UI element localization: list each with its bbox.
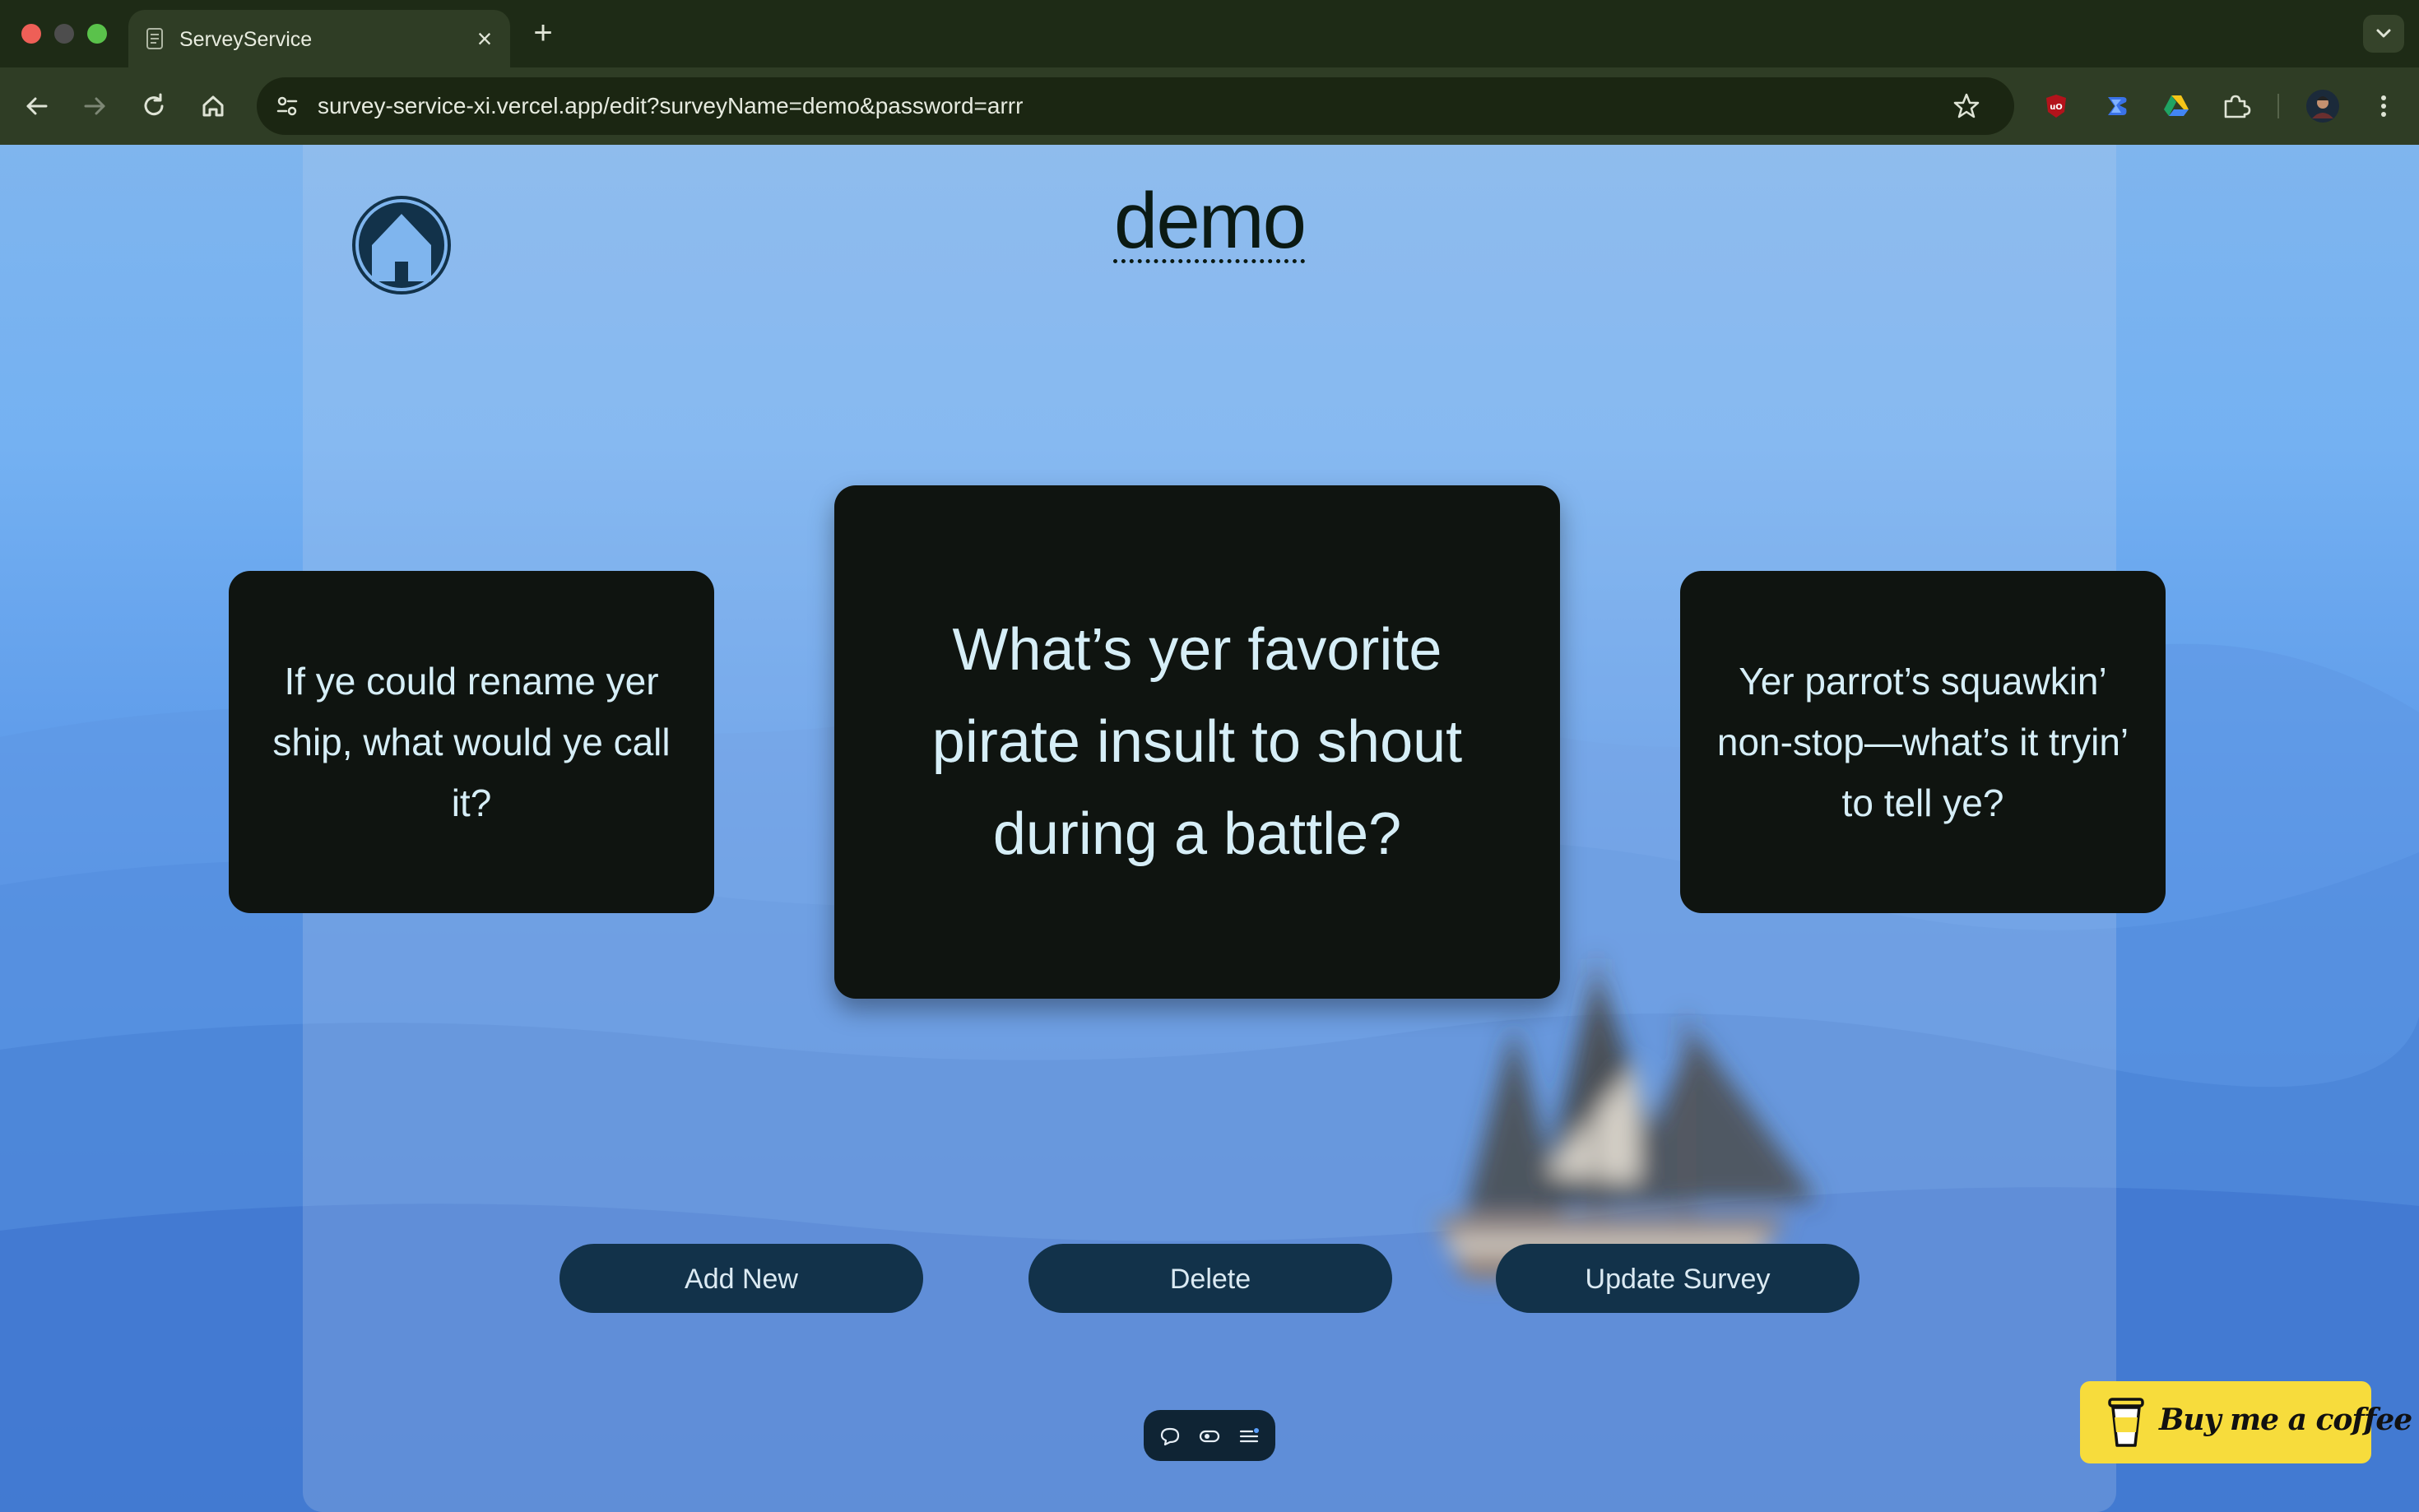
toggle-icon[interactable] [1198, 1425, 1221, 1448]
coffee-cup-icon [2108, 1398, 2144, 1447]
web-page: demo If ye could rename yer ship, what w… [0, 145, 2419, 1512]
delete-button[interactable]: Delete [1028, 1244, 1392, 1313]
tab-title: ServeyService [179, 28, 313, 51]
s-extension-icon[interactable] [2098, 87, 2136, 125]
close-window-button[interactable] [21, 24, 41, 44]
maximize-window-button[interactable] [87, 24, 107, 44]
vercel-toolbar [1144, 1410, 1275, 1461]
forward-arrow-icon[interactable] [76, 87, 114, 125]
chevron-down-icon [2376, 29, 2391, 38]
profile-avatar-icon[interactable] [2304, 87, 2342, 125]
update-survey-button[interactable]: Update Survey [1496, 1244, 1860, 1313]
question-card-next[interactable]: Yer parrot’s squawkin’ non-stop—what’s i… [1680, 571, 2166, 913]
question-text: What’s yer favorite pirate insult to sho… [931, 617, 1463, 867]
site-settings-icon[interactable] [272, 90, 303, 122]
back-arrow-icon[interactable] [18, 87, 56, 125]
tab-search-button[interactable] [2363, 15, 2404, 53]
document-icon [146, 28, 163, 49]
question-text: Yer parrot’s squawkin’ non-stop—what’s i… [1716, 660, 2129, 824]
survey-title[interactable]: demo [1045, 176, 1374, 267]
google-drive-icon[interactable] [2157, 87, 2195, 125]
tab-strip: ServeyService × + [0, 0, 2419, 67]
comment-icon[interactable] [1158, 1425, 1182, 1448]
buy-me-a-coffee-button[interactable]: Buy me a coffee [2080, 1381, 2412, 1463]
url-text[interactable]: survey-service-xi.vercel.app/edit?survey… [318, 93, 1023, 119]
minimize-window-button[interactable] [54, 24, 74, 44]
reload-icon[interactable] [135, 87, 173, 125]
buy-me-a-coffee-label: Buy me a coffee [2159, 1403, 2412, 1437]
svg-text:uO: uO [2050, 103, 2063, 112]
close-tab-icon[interactable]: × [471, 25, 499, 53]
question-text: If ye could rename yer ship, what would … [272, 660, 671, 824]
home-icon[interactable] [194, 87, 232, 125]
star-icon[interactable] [1950, 90, 1983, 123]
toolbar-divider [2277, 94, 2279, 118]
new-tab-button[interactable]: + [527, 15, 559, 51]
browser-tab-active[interactable]: ServeyService × [128, 10, 510, 67]
ublock-extension-icon[interactable]: uO [2037, 87, 2075, 125]
question-card-current[interactable]: What’s yer favorite pirate insult to sho… [834, 485, 1560, 999]
puzzle-icon[interactable] [2217, 87, 2254, 125]
kebab-menu-icon[interactable] [2365, 87, 2403, 125]
address-bar[interactable]: survey-service-xi.vercel.app/edit?survey… [257, 77, 2014, 135]
add-new-button[interactable]: Add New [559, 1244, 923, 1313]
browser-toolbar: survey-service-xi.vercel.app/edit?survey… [0, 67, 2419, 145]
question-card-previous[interactable]: If ye could rename yer ship, what would … [229, 571, 714, 913]
home-icon[interactable] [349, 192, 454, 298]
menu-list-icon[interactable] [1237, 1425, 1261, 1448]
